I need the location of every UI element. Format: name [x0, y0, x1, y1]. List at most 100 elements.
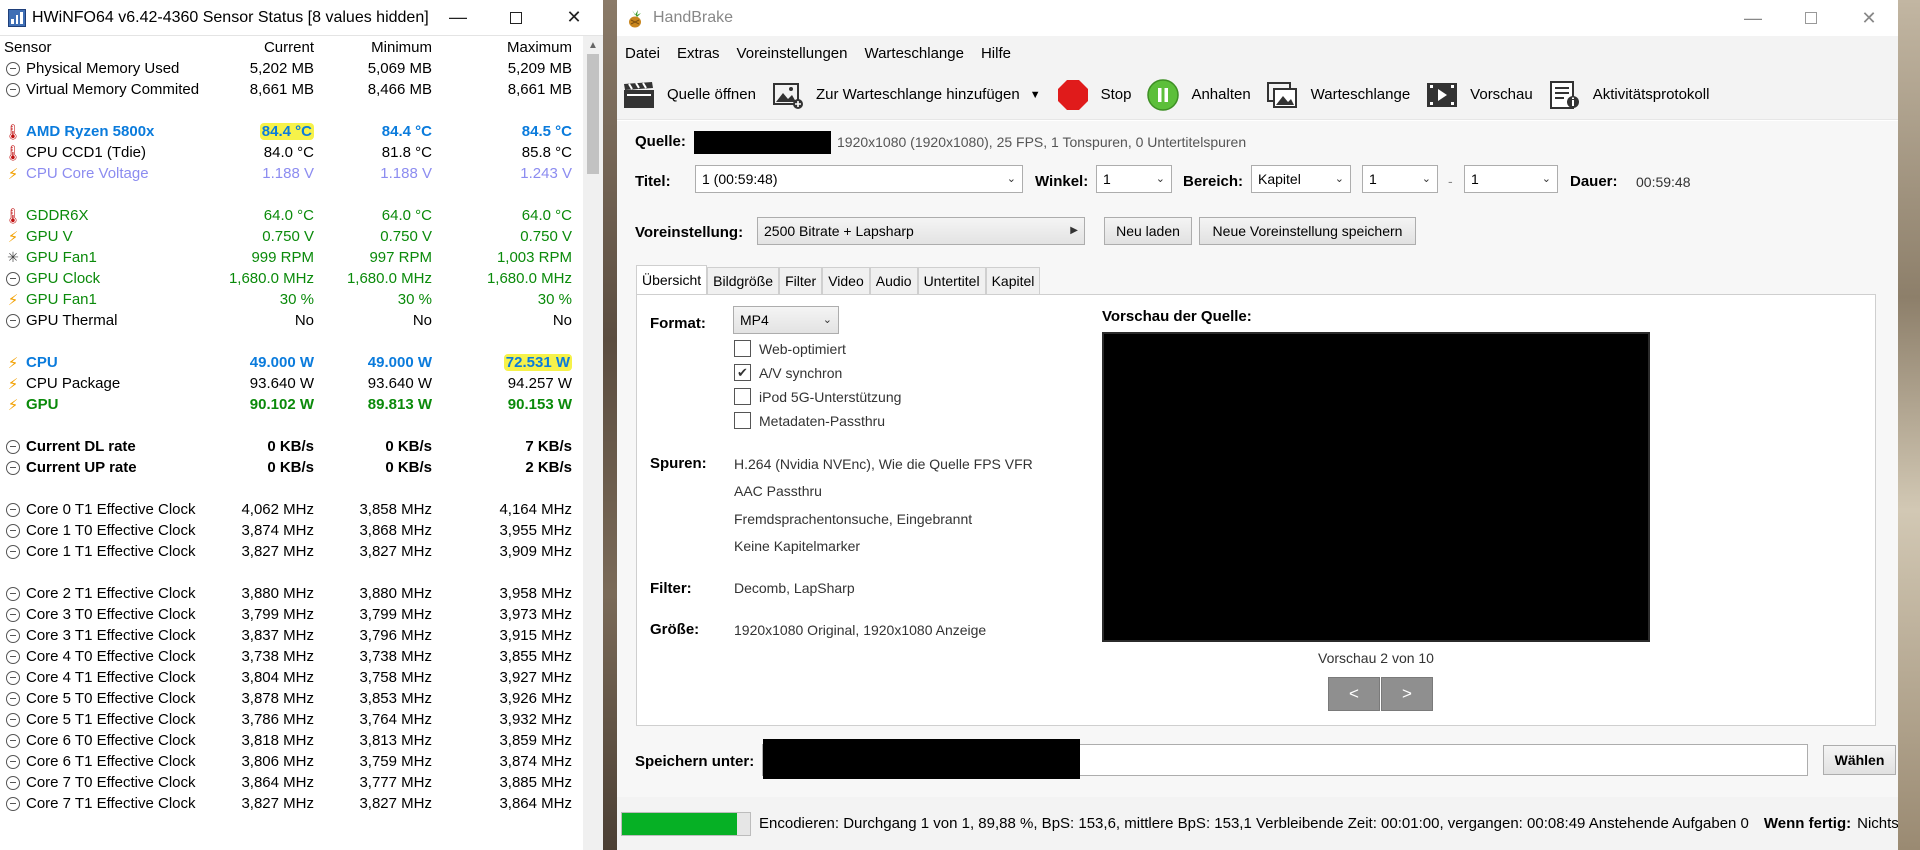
tab-summary[interactable]: Übersicht — [636, 265, 708, 294]
stop-button[interactable]: Stop — [1055, 77, 1131, 113]
when-done-value[interactable]: Nichts — [1857, 815, 1898, 832]
sensor-row[interactable]: Current DL rate 0 KB/s 0 KB/s 7 KB/s — [0, 436, 603, 457]
sensor-name: Core 3 T0 Effective Clock — [26, 606, 196, 623]
sensor-row[interactable]: Core 5 T0 Effective Clock 3,878 MHz 3,853 … — [0, 688, 603, 709]
sensor-row[interactable]: ⚡ CPU Package 93.640 W 93.640 W 94.257 W — [0, 373, 603, 394]
sensor-row[interactable]: Core 6 T1 Effective Clock 3,806 MHz 3,759 … — [0, 751, 603, 772]
sensor-row[interactable]: Core 4 T0 Effective Clock 3,738 MHz 3,738 … — [0, 646, 603, 667]
sensor-row[interactable]: Core 1 T0 Effective Clock 3,874 MHz 3,868 … — [0, 520, 603, 541]
sensor-name-cell: Core 0 T1 Effective Clock — [0, 501, 200, 518]
preview-next-button[interactable]: > — [1381, 677, 1433, 711]
clock-icon — [6, 607, 20, 622]
title-select[interactable]: 1 (00:59:48) ⌄ — [695, 165, 1023, 193]
scrollbar-thumb[interactable] — [587, 54, 599, 174]
format-select[interactable]: MP4 ⌄ — [733, 306, 839, 334]
sensor-name-cell: Core 2 T1 Effective Clock — [0, 585, 200, 602]
sensor-row[interactable]: ⚡ CPU 49.000 W 49.000 W 72.531 W — [0, 352, 603, 373]
sensor-name: Virtual Memory Commited — [26, 81, 200, 98]
column-header-sensor[interactable]: Sensor — [0, 39, 200, 56]
hwinfo-titlebar[interactable]: HWiNFO64 v6.42-4360 Sensor Status [8 val… — [0, 0, 603, 36]
sensor-row[interactable]: ✳ GPU Fan1 999 RPM 997 RPM 1,003 RPM — [0, 247, 603, 268]
sensor-row[interactable]: ⚡ GPU V 0.750 V 0.750 V 0.750 V — [0, 226, 603, 247]
tab-chapters[interactable]: Kapitel — [985, 267, 1041, 294]
film-play-icon — [1424, 77, 1460, 113]
sensor-row[interactable]: Core 7 T1 Effective Clock 3,827 MHz 3,827 … — [0, 793, 603, 814]
tab-subtitles[interactable]: Untertitel — [917, 267, 986, 294]
metadata-passthru-checkbox[interactable]: Metadaten-Passthru — [734, 412, 885, 429]
preview-button[interactable]: Vorschau — [1424, 77, 1533, 113]
sensor-row[interactable]: Core 1 T1 Effective Clock 3,827 MHz 3,827 … — [0, 541, 603, 562]
sensor-min: 30 % — [397, 291, 432, 308]
menu-presets[interactable]: Voreinstellungen — [737, 45, 848, 62]
menu-help[interactable]: Hilfe — [981, 45, 1011, 62]
clock-icon — [6, 61, 20, 76]
angle-select[interactable]: 1 ⌄ — [1096, 165, 1172, 193]
pause-button[interactable]: Anhalten — [1145, 77, 1251, 113]
sensor-row[interactable]: Core 3 T0 Effective Clock 3,799 MHz 3,799 … — [0, 604, 603, 625]
activity-log-button[interactable]: Aktivitätsprotokoll — [1547, 77, 1709, 113]
sensor-row[interactable]: Core 0 T1 Effective Clock 4,062 MHz 3,858 … — [0, 499, 603, 520]
preview-prev-button[interactable]: < — [1328, 677, 1380, 711]
web-optimized-checkbox[interactable]: Web-optimiert — [734, 340, 846, 357]
sensor-row[interactable]: Core 2 T1 Effective Clock 3,880 MHz 3,880 … — [0, 583, 603, 604]
sensor-row[interactable]: Core 6 T0 Effective Clock 3,818 MHz 3,813 … — [0, 730, 603, 751]
tab-audio[interactable]: Audio — [869, 267, 918, 294]
sensor-row[interactable]: Virtual Memory Commited 8,661 MB 8,466 MB 8… — [0, 79, 603, 100]
sensor-max: 5,209 MB — [507, 60, 572, 77]
sensor-max: 2 KB/s — [525, 459, 572, 476]
handbrake-titlebar[interactable]: HandBrake — ✕ — [617, 0, 1898, 36]
menu-queue[interactable]: Warteschlange — [864, 45, 964, 62]
close-button[interactable]: ✕ — [545, 0, 603, 36]
range-type-select[interactable]: Kapitel ⌄ — [1251, 165, 1351, 193]
sensor-row[interactable]: GPU Clock 1,680.0 MHz 1,680.0 MHz 1,680.0 M… — [0, 268, 603, 289]
sensor-row[interactable]: ⚡ GPU Fan1 30 % 30 % 30 % — [0, 289, 603, 310]
queue-button[interactable]: Warteschlange — [1265, 77, 1410, 113]
range-start-select[interactable]: 1 ⌄ — [1362, 165, 1438, 193]
sensor-row[interactable]: Core 4 T1 Effective Clock 3,804 MHz 3,758 … — [0, 667, 603, 688]
minimize-button[interactable]: — — [429, 0, 487, 36]
column-header-current[interactable]: Current — [200, 39, 314, 56]
sensor-row[interactable]: Core 7 T0 Effective Clock 3,864 MHz 3,777 … — [0, 772, 603, 793]
minimize-button[interactable]: — — [1724, 0, 1782, 36]
sensor-name: Core 5 T0 Effective Clock — [26, 690, 196, 707]
column-header-minimum[interactable]: Minimum — [314, 39, 432, 56]
hwinfo-scrollbar[interactable]: ▲ — [583, 36, 603, 850]
menu-extras[interactable]: Extras — [677, 45, 720, 62]
save-new-preset-button[interactable]: Neue Voreinstellung speichern — [1199, 217, 1416, 245]
ipod-5g-checkbox[interactable]: iPod 5G-Unterstützung — [734, 388, 901, 405]
tab-video[interactable]: Video — [822, 267, 870, 294]
av-sync-checkbox[interactable]: ✔ A/V synchron — [734, 364, 842, 381]
menu-file[interactable]: Datei — [625, 45, 660, 62]
sensor-min: 3,853 MHz — [359, 690, 432, 707]
tab-dimensions[interactable]: Bildgröße — [707, 267, 780, 294]
sensor-min: 8,466 MB — [367, 81, 432, 98]
sensor-row[interactable]: Physical Memory Used 5,202 MB 5,069 MB 5,20… — [0, 58, 603, 79]
sensor-row[interactable]: Current UP rate 0 KB/s 0 KB/s 2 KB/s — [0, 457, 603, 478]
reload-preset-button[interactable]: Neu laden — [1104, 217, 1192, 245]
add-to-queue-button[interactable]: Zur Warteschlange hinzufügen ▼ — [770, 77, 1041, 113]
angle-select-value: 1 — [1103, 171, 1111, 187]
sensor-row[interactable]: GPU Thermal No No No — [0, 310, 603, 331]
sensor-row[interactable]: Core 3 T1 Effective Clock 3,837 MHz 3,796 … — [0, 625, 603, 646]
sensor-min: 64.0 °C — [381, 207, 432, 224]
chevron-down-icon[interactable]: ▼ — [1030, 89, 1041, 101]
scroll-up-icon[interactable]: ▲ — [583, 36, 603, 54]
column-header-maximum[interactable]: Maximum — [432, 39, 572, 56]
lightning-icon: ⚡ — [7, 291, 19, 309]
browse-button[interactable]: Wählen — [1823, 745, 1896, 775]
sensor-row[interactable]: Core 5 T1 Effective Clock 3,786 MHz 3,764 … — [0, 709, 603, 730]
sensor-max: 72.531 W — [432, 354, 572, 371]
sensor-row[interactable]: 🌡 GDDR6X 64.0 °C 64.0 °C 64.0 °C — [0, 205, 603, 226]
sensor-name-cell: ⚡ CPU — [0, 354, 200, 372]
preset-select[interactable]: 2500 Bitrate + Lapsharp ▶ — [757, 217, 1085, 245]
maximize-button[interactable] — [1782, 0, 1840, 36]
sensor-row[interactable]: 🌡 CPU CCD1 (Tdie) 84.0 °C 81.8 °C 85.8 °C — [0, 142, 603, 163]
range-end-select[interactable]: 1 ⌄ — [1464, 165, 1558, 193]
sensor-row[interactable]: 🌡 AMD Ryzen 5800x 84.4 °C 84.4 °C 84.5 °C — [0, 121, 603, 142]
sensor-row[interactable]: ⚡ GPU 90.102 W 89.813 W 90.153 W — [0, 394, 603, 415]
open-source-button[interactable]: Quelle öffnen — [621, 77, 756, 113]
close-button[interactable]: ✕ — [1840, 0, 1898, 36]
maximize-button[interactable] — [487, 0, 545, 36]
tab-filters[interactable]: Filter — [779, 267, 823, 294]
sensor-row[interactable]: ⚡ CPU Core Voltage 1.188 V 1.188 V 1.243 V — [0, 163, 603, 184]
